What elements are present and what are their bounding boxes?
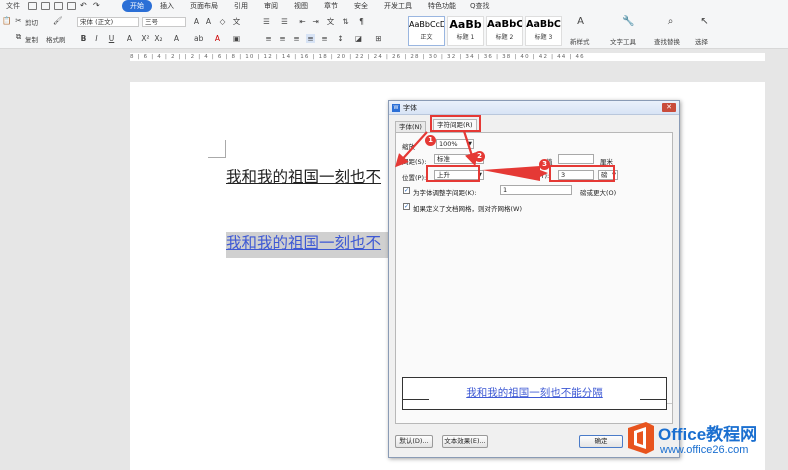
- step-badge-1: 1: [425, 135, 436, 146]
- watermark-brand: Office教程网: [658, 425, 758, 444]
- office-logo: [628, 422, 654, 454]
- step-badge-2: 2: [474, 151, 485, 162]
- watermark-url: www.office26.com: [660, 444, 749, 456]
- step-badge-3: 3: [539, 159, 550, 170]
- annotation-arrows: [395, 130, 548, 181]
- watermark: Office教程网 www.office26.com: [624, 418, 784, 462]
